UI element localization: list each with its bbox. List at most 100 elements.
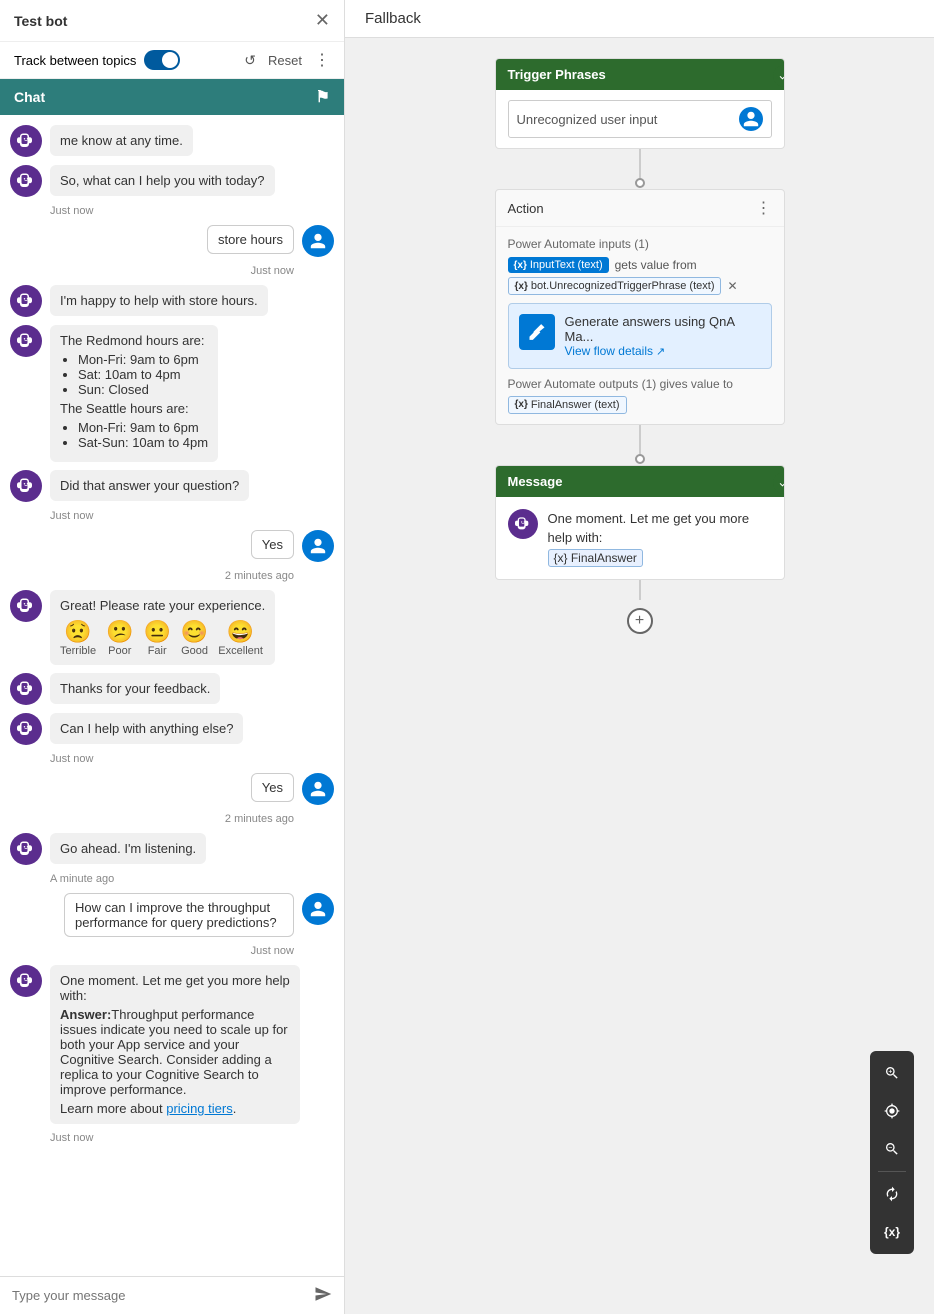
right-header: Fallback: [345, 0, 934, 38]
more-options-icon[interactable]: ⋮: [756, 198, 772, 218]
connector: [635, 149, 645, 189]
fx-icon3: {x}: [515, 399, 528, 410]
timestamp: Just now: [50, 753, 334, 765]
user-bubble: Yes: [251, 530, 294, 559]
pricing-tiers-link[interactable]: pricing tiers: [166, 1101, 232, 1116]
bot-text: Great! Please rate your experience.: [60, 598, 265, 613]
trigger-card: Trigger Phrases Unrecognized user input: [495, 58, 785, 149]
trigger-input-value: Unrecognized user input: [517, 112, 658, 127]
zoom-in-button[interactable]: [874, 1055, 910, 1091]
timestamp: Just now: [10, 945, 334, 957]
target-icon-button[interactable]: [874, 1093, 910, 1129]
user-text: Yes: [262, 780, 283, 795]
action-header: Action ⋮: [496, 190, 784, 227]
trigger-header: Trigger Phrases: [496, 59, 784, 90]
generate-card: Generate answers using QnA Ma... View fl…: [508, 303, 772, 369]
final-answer-tag: {x} FinalAnswer (text): [508, 396, 627, 414]
pa-input-row-1: {x} InputText (text) gets value from: [508, 257, 772, 273]
connector-dot-2: [635, 454, 645, 464]
add-section: +: [627, 580, 653, 634]
bot-avatar: [10, 470, 42, 502]
message-variable: {x} FinalAnswer: [548, 548, 772, 568]
bot-text: Thanks for your feedback.: [60, 681, 210, 696]
flag-icon[interactable]: ⚑: [316, 87, 330, 107]
view-flow-details-link[interactable]: View flow details ↗: [565, 344, 761, 358]
fx-icon: {x}: [514, 260, 527, 271]
emoji-excellent[interactable]: 😄 Excellent: [218, 619, 263, 657]
bot-text: So, what can I help you with today?: [60, 173, 265, 188]
bot-message-row: Great! Please rate your experience. 😟 Te…: [10, 590, 334, 665]
user-avatar: [302, 530, 334, 562]
bot-bubble: Did that answer your question?: [50, 470, 249, 501]
track-toggle[interactable]: [144, 50, 180, 70]
bot-avatar: [10, 713, 42, 745]
bot-link: Learn more about pricing tiers.: [60, 1101, 290, 1116]
timestamp: Just now: [50, 510, 334, 522]
bot-text: Did that answer your question?: [60, 478, 239, 493]
timestamp: Just now: [50, 1132, 334, 1144]
bot-title: Test bot: [14, 13, 67, 29]
close-button[interactable]: ✕: [315, 10, 330, 31]
bot-avatar: [10, 325, 42, 357]
bot-bubble: One moment. Let me get you more help wit…: [50, 965, 300, 1124]
bot-text: The Redmond hours are:: [60, 333, 208, 348]
chat-title: Chat: [14, 89, 45, 105]
message-line1: One moment. Let me get you more help wit…: [548, 509, 772, 548]
emoji-terrible[interactable]: 😟 Terrible: [60, 619, 96, 657]
user-bubble: store hours: [207, 225, 294, 254]
emoji-fair[interactable]: 😐 Fair: [143, 619, 170, 657]
chat-input[interactable]: [12, 1288, 306, 1303]
bot-bubble: Thanks for your feedback.: [50, 673, 220, 704]
emoji-good[interactable]: 😊 Good: [181, 619, 208, 657]
generate-title: Generate answers using QnA Ma...: [565, 314, 761, 344]
bot-bubble: Great! Please rate your experience. 😟 Te…: [50, 590, 275, 665]
generate-text-block: Generate answers using QnA Ma... View fl…: [565, 314, 761, 358]
bot-message-row: Thanks for your feedback.: [10, 673, 334, 705]
timestamp: 2 minutes ago: [10, 813, 334, 825]
bot-bubble: me know at any time.: [50, 125, 193, 156]
emoji-label: Terrible: [60, 645, 96, 657]
bot-avatar: [10, 833, 42, 865]
bot-text: The Seattle hours are:: [60, 401, 208, 416]
chat-body: me know at any time. So, what can I help…: [0, 115, 344, 1276]
bot-bubble: Go ahead. I'm listening.: [50, 833, 206, 864]
bot-text: I'm happy to help with store hours.: [60, 293, 258, 308]
action-title: Action: [508, 201, 544, 216]
bot-avatar: [10, 965, 42, 997]
add-node-button[interactable]: +: [627, 608, 653, 634]
user-bubble: How can I improve the throughput perform…: [64, 893, 294, 937]
bot-avatar: [10, 285, 42, 317]
left-header: Test bot ✕: [0, 0, 344, 42]
pa-input-label: Power Automate inputs (1): [508, 237, 772, 251]
pa-trigger-text: bot.UnrecognizedTriggerPhrase (text): [531, 280, 715, 292]
bot-avatar: [10, 590, 42, 622]
list-item: Sat: 10am to 4pm: [78, 367, 208, 382]
chat-header: Chat ⚑: [0, 79, 344, 115]
trigger-input[interactable]: Unrecognized user input: [508, 100, 772, 138]
connector-2: [635, 425, 645, 465]
emoji-rating-row: 😟 Terrible 😕 Poor 😐 Fair 😊 Good: [60, 619, 265, 657]
send-button[interactable]: [314, 1285, 332, 1306]
list-item: Mon-Fri: 9am to 6pm: [78, 352, 208, 367]
reset-view-button[interactable]: [874, 1176, 910, 1212]
bot-text: Go ahead. I'm listening.: [60, 841, 196, 856]
flow-canvas: Trigger Phrases Unrecognized user input …: [345, 38, 934, 654]
toggle-knob: [162, 52, 178, 68]
bot-message-row: So, what can I help you with today?: [10, 165, 334, 197]
bot-message-row: I'm happy to help with store hours.: [10, 285, 334, 317]
bot-message-row: The Redmond hours are: Mon-Fri: 9am to 6…: [10, 325, 334, 462]
toolbar-divider: [878, 1171, 906, 1172]
bot-message-row: Did that answer your question?: [10, 470, 334, 502]
bot-message-row: Go ahead. I'm listening.: [10, 833, 334, 865]
bot-message-row: Can I help with anything else?: [10, 713, 334, 745]
variables-button[interactable]: {x}: [874, 1214, 910, 1250]
user-message-row: How can I improve the throughput perform…: [10, 893, 334, 937]
list-item: Mon-Fri: 9am to 6pm: [78, 420, 208, 435]
list-item: Sat-Sun: 10am to 4pm: [78, 435, 208, 450]
zoom-out-button[interactable]: [874, 1131, 910, 1167]
reset-label[interactable]: Reset: [268, 53, 302, 68]
fallback-title: Fallback: [365, 10, 421, 27]
more-icon[interactable]: ⋮: [314, 50, 330, 70]
emoji-poor[interactable]: 😕 Poor: [106, 619, 133, 657]
close-icon[interactable]: ✕: [727, 279, 737, 293]
